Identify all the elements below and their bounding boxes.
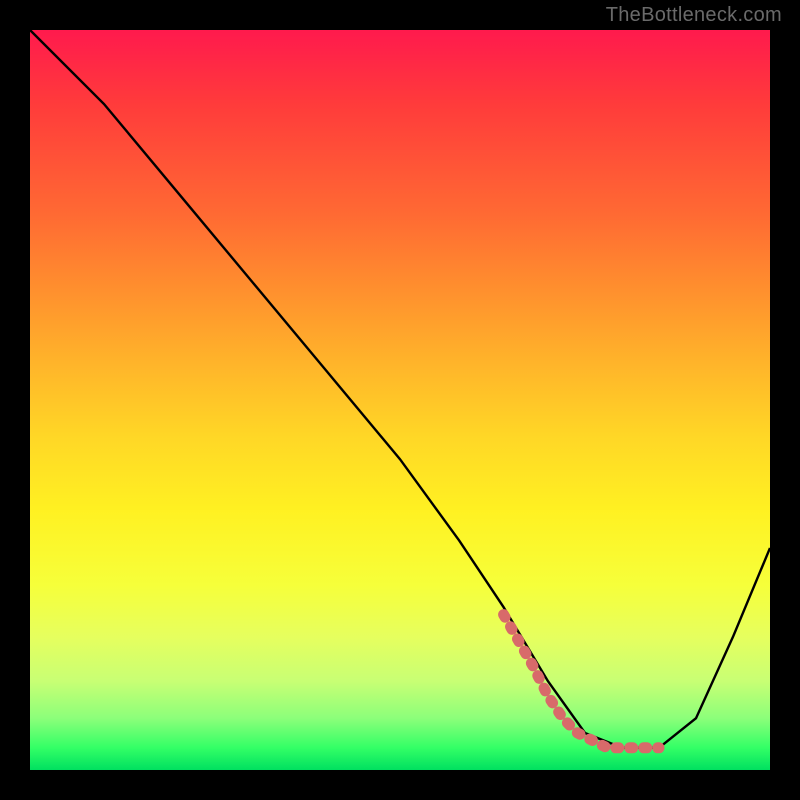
- bottleneck-curve: [30, 30, 770, 748]
- plot-area: [30, 30, 770, 770]
- chart-frame: TheBottleneck.com: [0, 0, 800, 800]
- attribution-label: TheBottleneck.com: [606, 4, 782, 27]
- chart-overlay: [30, 30, 770, 770]
